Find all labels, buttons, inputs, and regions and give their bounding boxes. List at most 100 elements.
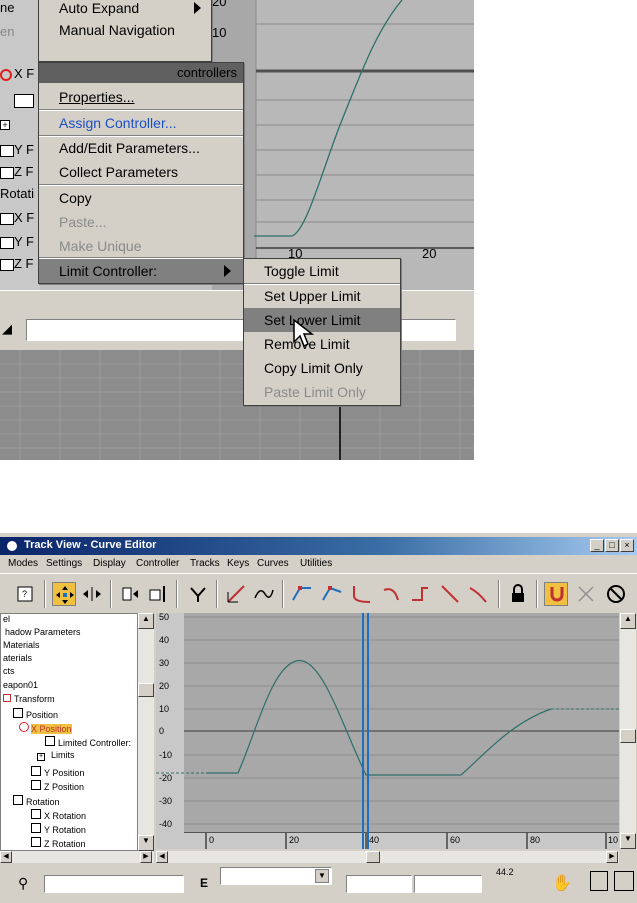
magnify-icon[interactable]: ⚲ (18, 875, 28, 892)
tree-item-x-rotation[interactable]: X Rotation (31, 809, 86, 821)
minimize-button[interactable]: _ (590, 539, 604, 552)
track-y[interactable]: Y F (0, 142, 34, 166)
slide-keys-button[interactable] (80, 582, 104, 606)
tree-item-y-position[interactable]: Y Position (31, 766, 84, 778)
track-expand[interactable]: + (0, 116, 10, 140)
menu-item-manual-navigation[interactable]: Manual Navigation (39, 18, 211, 42)
isolate-curve-button[interactable] (604, 582, 628, 606)
menu-keys[interactable]: Keys (227, 558, 249, 569)
scroll-left-button[interactable]: ◀ (156, 851, 168, 863)
scroll-right-button[interactable]: ▶ (606, 851, 618, 863)
menu-item-remove-limit[interactable]: Remove Limit (244, 332, 400, 356)
tree-item[interactable]: cts (3, 666, 15, 676)
menu-modes[interactable]: Modes (8, 558, 38, 569)
track-rz[interactable]: Z F (0, 256, 34, 280)
tree-item[interactable]: hadow Parameters (5, 627, 81, 637)
tree-item[interactable]: aterials (3, 653, 32, 663)
title-bar[interactable]: Track View - Curve Editor _ □ × (0, 537, 637, 555)
graph-scrollbar[interactable]: ▲ ▼ (620, 613, 636, 849)
track-x[interactable]: X F (0, 66, 34, 90)
set-tangents-smooth-button[interactable] (466, 582, 490, 606)
menu-display[interactable]: Display (93, 558, 126, 569)
menu-controller[interactable]: Controller (136, 558, 179, 569)
close-button[interactable]: × (620, 539, 634, 552)
filters-button[interactable]: ? (14, 582, 38, 606)
magnify-icon[interactable]: ◢ (2, 321, 18, 337)
scale-keys-button[interactable] (118, 582, 142, 606)
menu-item-add-edit-parameters[interactable]: Add/Edit Parameters... (39, 136, 243, 160)
expression-dropdown[interactable]: ▼ (220, 867, 332, 885)
track-ry[interactable]: Y F (0, 234, 34, 258)
tree-item-limits[interactable]: + Limits (37, 750, 75, 761)
scroll-left-button[interactable]: ◀ (0, 851, 12, 863)
lock-tangents-button[interactable] (506, 582, 530, 606)
menu-item-properties[interactable]: Properties... (39, 85, 243, 109)
tree-item-z-rotation[interactable]: Z Rotation (31, 837, 86, 849)
track-rotation[interactable]: Rotati (0, 186, 34, 210)
set-tangents-custom-button[interactable] (320, 582, 344, 606)
frame-field[interactable] (346, 875, 412, 893)
tree-item-z-position[interactable]: Z Position (31, 780, 84, 792)
track-rx[interactable]: X F (0, 210, 34, 234)
tree-item[interactable]: Materials (3, 640, 40, 650)
menu-item-toggle-limit[interactable]: Toggle Limit (244, 259, 400, 283)
menu-item-copy[interactable]: Copy (39, 186, 243, 210)
menu-settings[interactable]: Settings (46, 558, 82, 569)
move-keys-button[interactable] (52, 582, 76, 606)
set-tangents-step-button[interactable] (408, 582, 432, 606)
tree-item-position[interactable]: Position (13, 708, 58, 720)
maximize-button[interactable]: □ (605, 539, 619, 552)
tree-item-rotation[interactable]: Rotation (13, 795, 60, 807)
add-keys-button[interactable] (186, 582, 210, 606)
curve-graph-top[interactable]: 20 10 10 20 (212, 0, 474, 290)
menu-item-set-lower-limit[interactable]: Set Lower Limit (244, 308, 400, 332)
reduce-keys-button[interactable] (252, 582, 276, 606)
menu-item-assign-controller[interactable]: Assign Controller... (39, 111, 243, 135)
set-tangents-slow-button[interactable] (380, 582, 404, 606)
tree-item-limited-controller[interactable]: Limited Controller: (45, 736, 131, 748)
track-z[interactable]: Z F (0, 164, 34, 188)
tree-item[interactable]: eapon01 (3, 680, 38, 690)
curve-graph[interactable]: 50 40 30 20 10 0 -10 -20 -30 -40 0 20 40… (156, 613, 619, 849)
menu-utilities[interactable]: Utilities (300, 558, 332, 569)
scroll-right-button[interactable]: ▶ (140, 851, 152, 863)
set-tangents-fast-button[interactable] (350, 582, 374, 606)
menu-item-limit-controller[interactable]: Limit Controller: (39, 259, 243, 283)
tree-item-transform[interactable]: Transform (3, 694, 55, 704)
menu-item-copy-limit-only[interactable]: Copy Limit Only (244, 356, 400, 380)
controller-tree[interactable]: el hadow Parameters Materials aterials c… (0, 613, 138, 851)
scroll-up-button[interactable]: ▲ (620, 613, 636, 629)
set-tangents-linear-button[interactable] (438, 582, 462, 606)
tree-hscrollbar[interactable]: ◀ ▶ (0, 851, 154, 863)
scroll-thumb[interactable] (366, 851, 380, 863)
menu-item-collect-parameters[interactable]: Collect Parameters (39, 160, 243, 184)
menu-tracks[interactable]: Tracks (190, 558, 220, 569)
menu-item-auto-expand[interactable]: Auto Expand (39, 0, 211, 20)
tree-item-x-position[interactable]: X Position (19, 722, 72, 734)
snap-frames-button[interactable] (544, 582, 568, 606)
key-name-field[interactable] (44, 875, 184, 893)
pan-hand-icon[interactable]: ✋ (552, 873, 572, 893)
scroll-down-button[interactable]: ▼ (620, 833, 636, 849)
scale-values-button[interactable] (146, 582, 170, 606)
tangent-custom-icon (322, 586, 342, 601)
scroll-up-button[interactable]: ▲ (138, 613, 154, 629)
menu-item-set-upper-limit[interactable]: Set Upper Limit (244, 284, 400, 308)
scroll-down-button[interactable]: ▼ (138, 835, 154, 851)
app-icon (5, 539, 19, 553)
y-tick-label: -40 (159, 819, 173, 829)
set-tangents-auto-button[interactable] (290, 582, 314, 606)
scroll-thumb[interactable] (620, 729, 636, 743)
scroll-thumb[interactable] (138, 683, 154, 697)
status-bar: ⚲ E ▼ 44.2 ✋ (0, 865, 637, 903)
menu-curves[interactable]: Curves (257, 558, 289, 569)
tree-item-y-rotation[interactable]: Y Rotation (31, 823, 86, 835)
graph-hscrollbar[interactable]: ◀ ▶ (156, 851, 619, 863)
value-field[interactable] (414, 875, 482, 893)
draw-curves-button[interactable] (224, 582, 248, 606)
tree-scrollbar[interactable]: ▲ ▼ (138, 613, 154, 851)
zoom-region-icon[interactable] (614, 871, 634, 891)
show-keys-button[interactable] (574, 582, 598, 606)
zoom-extents-icon[interactable] (590, 871, 608, 891)
tree-item[interactable]: el (3, 614, 10, 624)
